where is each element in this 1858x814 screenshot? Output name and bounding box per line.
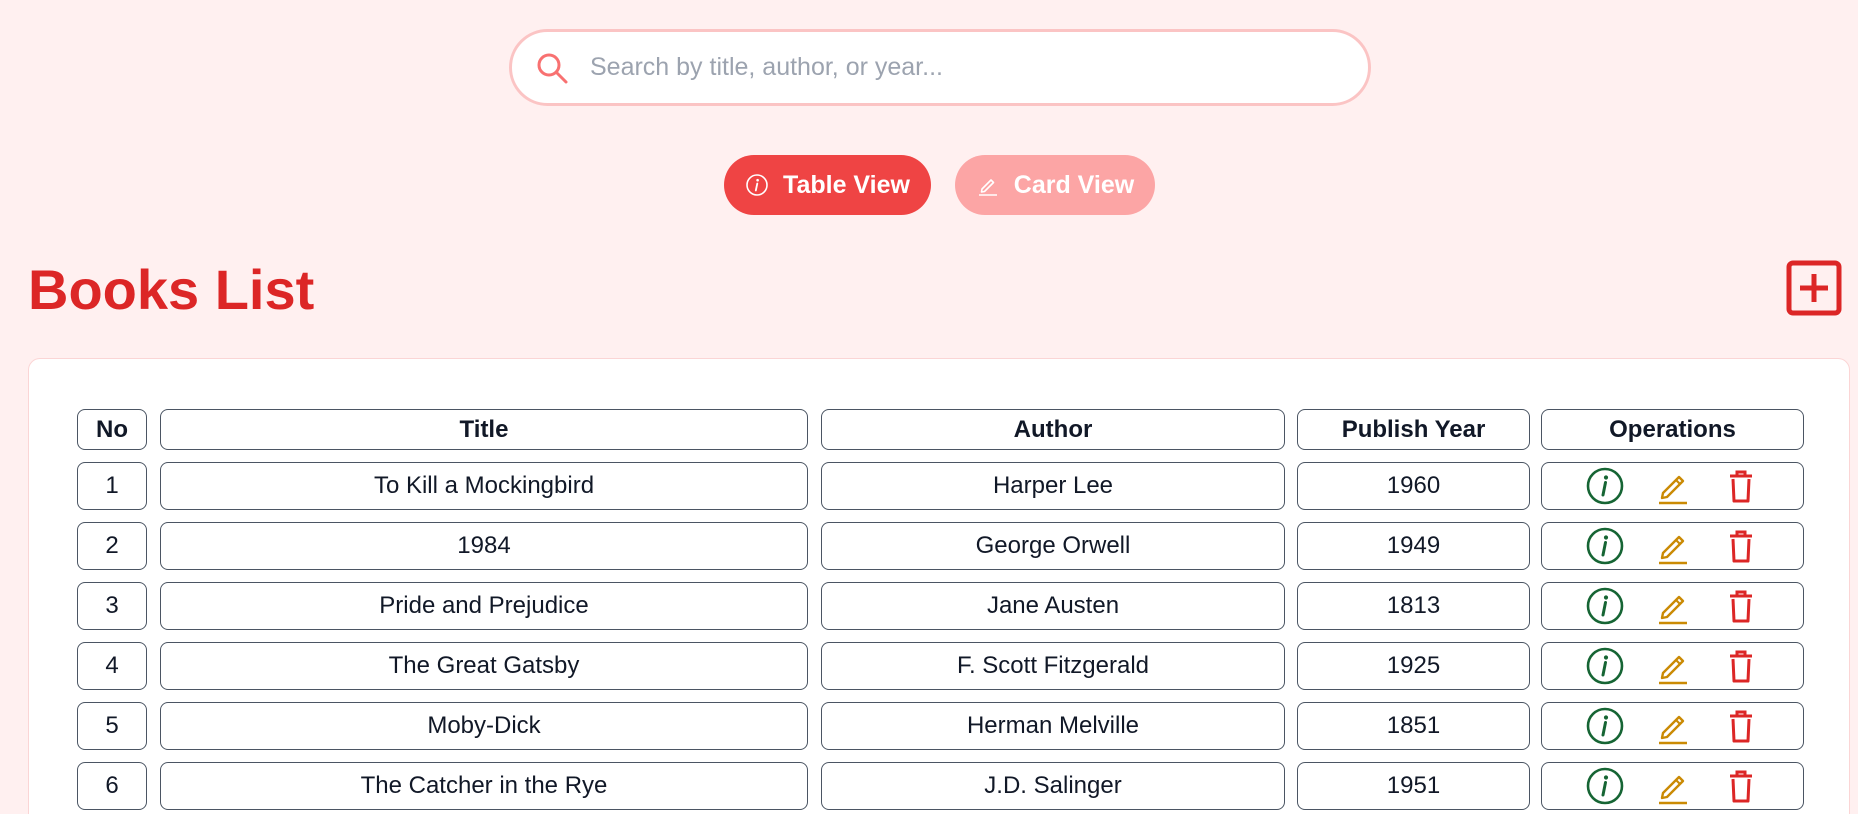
cell-title: The Catcher in the Rye xyxy=(160,762,808,810)
books-table: No Title Author Publish Year Operations 1 To K… xyxy=(28,358,1850,814)
header-no: No xyxy=(77,409,147,450)
cell-year: 1960 xyxy=(1297,462,1530,510)
cell-operations xyxy=(1541,642,1804,690)
cell-no: 5 xyxy=(77,702,147,750)
trash-icon[interactable] xyxy=(1721,706,1761,746)
cell-operations xyxy=(1541,522,1804,570)
cell-operations xyxy=(1541,582,1804,630)
cell-author: F. Scott Fitzgerald xyxy=(821,642,1285,690)
info-icon xyxy=(746,174,768,196)
cell-author: Herman Melville xyxy=(821,702,1285,750)
cell-no: 6 xyxy=(77,762,147,810)
table-view-label: Table View xyxy=(783,170,910,199)
cell-operations xyxy=(1541,762,1804,810)
cell-title: 1984 xyxy=(160,522,808,570)
plus-box-icon xyxy=(1786,260,1842,316)
cell-title: The Great Gatsby xyxy=(160,642,808,690)
header-publish-year: Publish Year xyxy=(1297,409,1530,450)
trash-icon[interactable] xyxy=(1721,646,1761,686)
cell-title: To Kill a Mockingbird xyxy=(160,462,808,510)
pencil-edit-icon[interactable] xyxy=(1653,706,1693,746)
pencil-edit-icon[interactable] xyxy=(1653,766,1693,806)
table-view-button[interactable]: Table View xyxy=(724,155,931,215)
pencil-edit-icon[interactable] xyxy=(1653,646,1693,686)
info-circle-icon[interactable] xyxy=(1585,766,1625,806)
trash-icon[interactable] xyxy=(1721,766,1761,806)
trash-icon[interactable] xyxy=(1721,586,1761,626)
info-circle-icon[interactable] xyxy=(1585,646,1625,686)
cell-title: Pride and Prejudice xyxy=(160,582,808,630)
cell-author: George Orwell xyxy=(821,522,1285,570)
card-view-button[interactable]: Card View xyxy=(955,155,1155,215)
cell-author: Jane Austen xyxy=(821,582,1285,630)
add-book-button[interactable] xyxy=(1786,260,1842,316)
cell-year: 1851 xyxy=(1297,702,1530,750)
cell-year: 1951 xyxy=(1297,762,1530,810)
cell-no: 3 xyxy=(77,582,147,630)
info-circle-icon[interactable] xyxy=(1585,706,1625,746)
info-circle-icon[interactable] xyxy=(1585,526,1625,566)
info-circle-icon[interactable] xyxy=(1585,586,1625,626)
cell-title: Moby-Dick xyxy=(160,702,808,750)
trash-icon[interactable] xyxy=(1721,466,1761,506)
cell-operations xyxy=(1541,702,1804,750)
pencil-edit-icon[interactable] xyxy=(1653,526,1693,566)
header-operations: Operations xyxy=(1541,409,1804,450)
header-author: Author xyxy=(821,409,1285,450)
cell-year: 1813 xyxy=(1297,582,1530,630)
search-input[interactable] xyxy=(590,53,1368,82)
trash-icon[interactable] xyxy=(1721,526,1761,566)
header-title: Title xyxy=(160,409,808,450)
search-bar[interactable] xyxy=(509,29,1371,106)
cell-no: 2 xyxy=(77,522,147,570)
cell-author: Harper Lee xyxy=(821,462,1285,510)
search-icon xyxy=(537,53,568,83)
info-circle-icon[interactable] xyxy=(1585,466,1625,506)
cell-no: 4 xyxy=(77,642,147,690)
cell-author: J.D. Salinger xyxy=(821,762,1285,810)
card-view-label: Card View xyxy=(1013,170,1135,199)
cell-no: 1 xyxy=(77,462,147,510)
cell-operations xyxy=(1541,462,1804,510)
page-title: Books List xyxy=(28,258,315,321)
cell-year: 1949 xyxy=(1297,522,1530,570)
pencil-icon xyxy=(978,179,997,196)
pencil-edit-icon[interactable] xyxy=(1653,466,1693,506)
cell-year: 1925 xyxy=(1297,642,1530,690)
pencil-edit-icon[interactable] xyxy=(1653,586,1693,626)
